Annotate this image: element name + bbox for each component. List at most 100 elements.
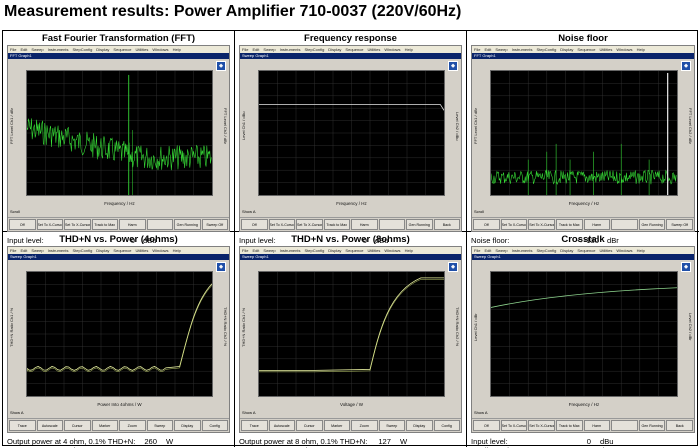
toolbar-button[interactable]: Set To X-Cursor [500, 420, 528, 431]
toolbar-button[interactable]: Autoscale [36, 420, 63, 431]
menu-item[interactable]: Display [328, 248, 341, 253]
toolbar-button[interactable]: Zoom [351, 420, 378, 431]
menu-item[interactable]: Utilities [599, 248, 612, 253]
menu-item[interactable]: Utilities [367, 47, 380, 52]
toolbar-button[interactable] [146, 219, 173, 230]
menu-item[interactable]: Display [560, 248, 573, 253]
menu-item[interactable]: Help [173, 248, 181, 253]
toolbar-button[interactable]: Cursor [64, 420, 91, 431]
menu-item[interactable]: StepConfig [305, 47, 325, 52]
menu-bar[interactable]: File Edit Sweep Instruments StepConfig Displa… [8, 46, 229, 53]
menu-item[interactable]: StepConfig [537, 47, 557, 52]
toolbar-button[interactable]: Gen Running [638, 420, 666, 431]
window-titlebar[interactable]: Sweep Graph1 [240, 254, 461, 260]
menu-item[interactable]: Sequence [577, 47, 595, 52]
analyzer-window[interactable]: File Edit Sweep Instruments StepConfig Displa… [239, 45, 462, 232]
menu-bar[interactable]: File Edit Sweep Instruments StepConfig Displa… [240, 46, 461, 53]
toolbar-button[interactable]: Trace [9, 420, 36, 431]
toolbar-button[interactable]: Config [201, 420, 228, 431]
menu-item[interactable]: File [10, 248, 16, 253]
menu-item[interactable]: Windows [152, 248, 168, 253]
menu-item[interactable]: Edit [484, 248, 491, 253]
menu-item[interactable]: Help [637, 248, 645, 253]
toolbar-button[interactable]: Zoom [119, 420, 146, 431]
toolbar-button[interactable]: Set To X-Cursor [36, 219, 63, 230]
toolbar-button[interactable]: Sweep Off [201, 219, 228, 230]
menu-item[interactable]: Windows [152, 47, 168, 52]
graph-plot[interactable] [26, 271, 213, 397]
menu-item[interactable]: StepConfig [537, 248, 557, 253]
toolbar-button[interactable] [378, 219, 405, 230]
toolbar-button[interactable]: Track to Max [555, 420, 583, 431]
window-titlebar[interactable]: FFT Graph1 [472, 53, 694, 59]
menu-bar[interactable]: File Edit Sweep Instruments StepConfig Displa… [8, 247, 229, 254]
menu-item[interactable]: Help [405, 47, 413, 52]
toolbar-button[interactable]: Marker [91, 420, 118, 431]
analyzer-window[interactable]: File Edit Sweep Instruments StepConfig Displa… [7, 45, 230, 232]
toolbar-button[interactable]: Off [9, 219, 36, 230]
analyzer-window[interactable]: File Edit Sweep Instruments StepConfig Displa… [471, 45, 695, 232]
graph-plot[interactable] [490, 271, 678, 397]
toolbar-button[interactable]: Track to Max [323, 219, 350, 230]
menu-item[interactable]: Sweep [263, 47, 275, 52]
toolbar-button[interactable]: Display [174, 420, 201, 431]
menu-bar[interactable]: File Edit Sweep Instruments StepConfig Displa… [240, 247, 461, 254]
toolbar-button[interactable]: Autoscale [268, 420, 295, 431]
analyzer-window[interactable]: File Edit Sweep Instruments StepConfig Displa… [7, 246, 230, 433]
menu-item[interactable]: Sweep [495, 248, 507, 253]
menu-item[interactable]: File [242, 47, 248, 52]
toolbar-button[interactable]: Back [433, 219, 460, 230]
menu-item[interactable]: Utilities [135, 248, 148, 253]
menu-item[interactable]: Windows [384, 248, 400, 253]
scale-control[interactable]: Show A [242, 409, 256, 416]
toolbar-button[interactable]: Set To X-Cursor [64, 219, 91, 230]
menu-item[interactable]: Sequence [577, 248, 595, 253]
menu-item[interactable]: Display [328, 47, 341, 52]
menu-item[interactable]: Edit [252, 47, 259, 52]
menu-item[interactable]: Instruments [48, 248, 69, 253]
toolbar-button[interactable]: Sweep [378, 420, 405, 431]
toolbar-button[interactable]: Set To X-Cursor [500, 219, 528, 230]
menu-item[interactable]: File [10, 47, 16, 52]
menu-item[interactable]: Sweep [495, 47, 507, 52]
menu-item[interactable]: Display [96, 47, 109, 52]
menu-item[interactable]: Windows [384, 47, 400, 52]
analyzer-window[interactable]: File Edit Sweep Instruments StepConfig Displa… [239, 246, 462, 433]
menu-item[interactable]: Instruments [48, 47, 69, 52]
toolbar-button[interactable]: Trace [241, 420, 268, 431]
scale-control[interactable]: Scroll [474, 208, 484, 215]
menu-item[interactable]: StepConfig [305, 248, 325, 253]
graph-plot[interactable] [26, 70, 213, 196]
window-titlebar[interactable]: Sweep Graph1 [472, 254, 694, 260]
toolbar-button[interactable]: Harm [351, 219, 378, 230]
menu-item[interactable]: Instruments [280, 47, 301, 52]
toolbar-button[interactable]: Track to Max [91, 219, 118, 230]
menu-bar[interactable]: File Edit Sweep Instruments StepConfig Displa… [472, 247, 694, 254]
menu-item[interactable]: Edit [20, 47, 27, 52]
menu-item[interactable]: Display [96, 248, 109, 253]
menu-item[interactable]: Utilities [135, 47, 148, 52]
menu-item[interactable]: Edit [484, 47, 491, 52]
toolbar-button[interactable] [611, 219, 638, 230]
toolbar-button[interactable] [611, 420, 638, 431]
scale-control[interactable]: Show A [10, 409, 24, 416]
toolbar-button[interactable]: Track to Max [555, 219, 583, 230]
toolbar-button[interactable]: Harm [119, 219, 146, 230]
toolbar-button[interactable]: Gen Running [406, 219, 433, 230]
toolbar-button[interactable]: Sweep [146, 420, 173, 431]
graph-plot[interactable] [258, 70, 445, 196]
toolbar-button[interactable]: Off [473, 420, 500, 431]
menu-item[interactable]: Utilities [599, 47, 612, 52]
graph-plot[interactable] [490, 70, 678, 196]
menu-item[interactable]: Edit [252, 248, 259, 253]
menu-item[interactable]: Sequence [113, 47, 131, 52]
window-titlebar[interactable]: Sweep Graph1 [240, 53, 461, 59]
menu-item[interactable]: Sweep [31, 248, 43, 253]
toolbar-button[interactable]: Set To X-Cursor [268, 219, 295, 230]
toolbar-button[interactable]: Harm [583, 420, 611, 431]
menu-item[interactable]: File [474, 248, 480, 253]
menu-item[interactable]: Windows [616, 248, 632, 253]
menu-item[interactable]: Sequence [345, 47, 363, 52]
menu-item[interactable]: Sweep [263, 248, 275, 253]
toolbar-button[interactable]: Set To X-Cursor [528, 420, 555, 431]
